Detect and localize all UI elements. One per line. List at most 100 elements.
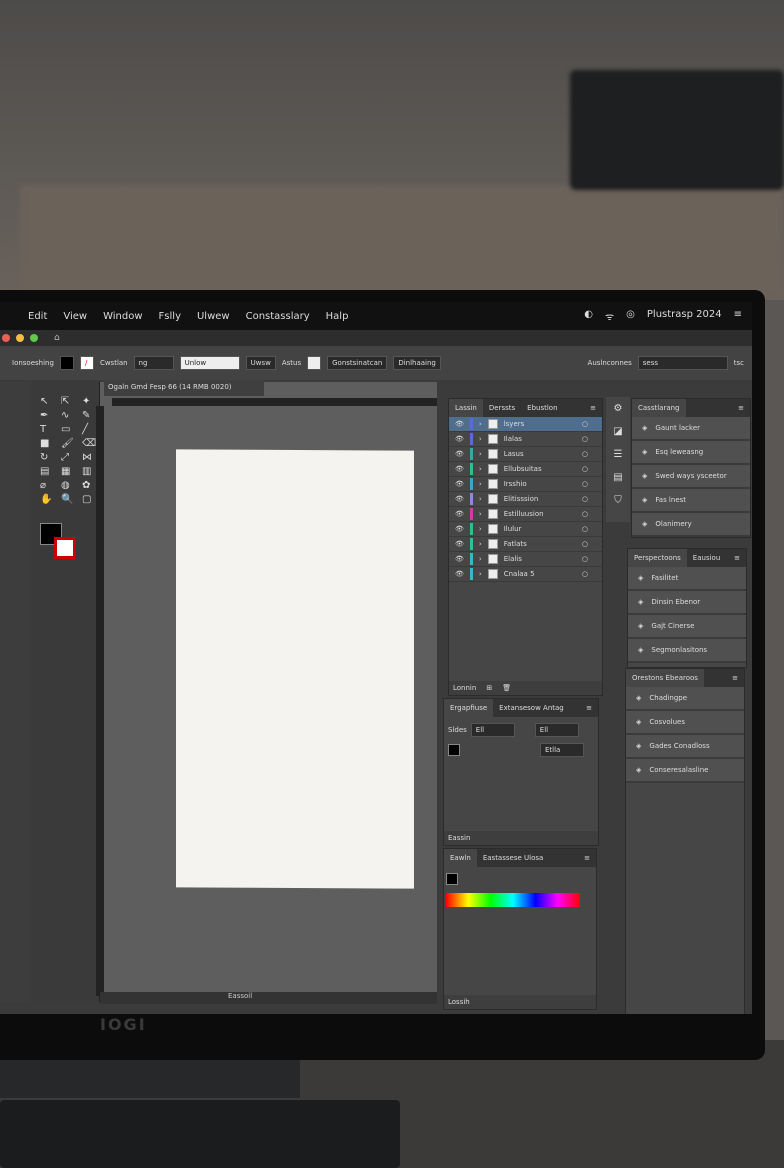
tab-appearance[interactable]: Extansesow Antag — [493, 699, 570, 717]
panel-item[interactable]: ◈ Gajt Cinerse — [628, 615, 746, 639]
target-circle-icon[interactable]: ○ — [582, 450, 602, 458]
shield-icon[interactable]: ⛉ — [614, 495, 622, 506]
expand-chevron-icon[interactable]: › — [479, 495, 482, 503]
panel-item[interactable]: ◈ Cosvolues — [626, 711, 744, 735]
visibility-eye-icon[interactable]: 👁 — [455, 525, 464, 533]
close-button[interactable] — [2, 334, 10, 342]
panel-menu-icon[interactable]: ≡ — [732, 399, 750, 417]
eyedropper-icon[interactable]: ⌀ — [40, 480, 58, 491]
expand-chevron-icon[interactable]: › — [479, 570, 482, 578]
visibility-eye-icon[interactable]: 👁 — [455, 570, 464, 578]
layer-row[interactable]: 👁 › Elalis ○ — [449, 552, 602, 567]
visibility-eye-icon[interactable]: 👁 — [455, 450, 464, 458]
gradient-icon[interactable]: ▤ — [40, 466, 58, 477]
visibility-eye-icon[interactable]: 👁 — [455, 465, 464, 473]
menu-edit[interactable]: Edit — [28, 311, 47, 322]
target-circle-icon[interactable]: ○ — [582, 525, 602, 533]
panel-item[interactable]: ◈ Gaunt lacker — [632, 417, 750, 441]
panel-item[interactable]: ◈ Olanimery — [632, 513, 750, 537]
panel-item[interactable]: ◈ Dinsin Ebenor — [628, 591, 746, 615]
color-spectrum[interactable] — [446, 893, 580, 907]
pen-tool-icon[interactable]: ✒ — [40, 410, 58, 421]
mesh-icon[interactable]: ▦ — [61, 466, 79, 477]
menu-window[interactable]: Window — [103, 311, 142, 322]
menu-item-5[interactable]: Ulwew — [197, 311, 230, 322]
panel-menu-icon[interactable]: ≡ — [728, 549, 746, 567]
menu-help[interactable]: Halp — [326, 311, 349, 322]
opacity-swatch[interactable] — [307, 356, 322, 370]
blend-icon[interactable]: ◍ — [61, 480, 79, 491]
layer-row[interactable]: 👁 › Estilluusion ○ — [449, 507, 602, 522]
tab-layers[interactable]: Lassin — [449, 399, 483, 417]
button-1[interactable]: Gonstsinatcan — [327, 356, 388, 370]
maximize-button[interactable] — [30, 334, 38, 342]
layer-row[interactable]: 👁 › lsyers ○ — [449, 417, 602, 432]
search-box[interactable]: sess — [637, 356, 728, 370]
panel-menu-icon[interactable]: ≡ — [580, 699, 598, 717]
curvature-icon[interactable]: ∿ — [61, 410, 79, 421]
expand-chevron-icon[interactable]: › — [479, 420, 482, 428]
wifi-icon[interactable]: ᯤ — [605, 309, 614, 323]
brush-icon[interactable]: 🖌 — [61, 438, 79, 449]
visibility-eye-icon[interactable]: 👁 — [455, 555, 464, 563]
target-circle-icon[interactable]: ○ — [582, 540, 602, 548]
panel-item[interactable]: ◈ Fas lnest — [632, 489, 750, 513]
zoom-icon[interactable]: 🔍 — [61, 494, 79, 505]
tab-color[interactable]: Eawln — [444, 849, 477, 867]
button-2[interactable]: Dinlhaaing — [393, 356, 441, 370]
transform-icon[interactable]: ▤ — [613, 472, 622, 483]
visibility-eye-icon[interactable]: 👁 — [455, 480, 464, 488]
panel-item[interactable]: ◈ Conseresalasline — [626, 759, 744, 783]
expand-chevron-icon[interactable]: › — [479, 540, 482, 548]
target-circle-icon[interactable]: ○ — [582, 510, 602, 518]
control-center-icon[interactable]: ◎ — [626, 309, 635, 323]
artboard[interactable] — [176, 449, 414, 889]
search-label[interactable]: Auslnconnes — [588, 359, 632, 367]
stroke-color[interactable] — [54, 537, 76, 559]
tab-right-2b[interactable]: Eausiou — [687, 549, 726, 567]
panel-item[interactable]: ◈ Chadingpe — [626, 687, 744, 711]
visibility-eye-icon[interactable]: 👁 — [455, 420, 464, 428]
target-circle-icon[interactable]: ○ — [582, 495, 602, 503]
panel-item[interactable]: ◈ Segmonlasitons — [628, 639, 746, 663]
document-icon[interactable]: ◪ — [613, 426, 622, 437]
visibility-eye-icon[interactable]: 👁 — [455, 540, 464, 548]
right-panel-3-title[interactable]: Orestons Ebearoos — [626, 669, 704, 687]
layer-row[interactable]: 👁 › Fatlats ○ — [449, 537, 602, 552]
expand-chevron-icon[interactable]: › — [479, 435, 482, 443]
tab-color-guide[interactable]: Eastassese Ulosa — [477, 849, 549, 867]
stroke-swatch[interactable]: / — [79, 356, 94, 370]
hand-icon[interactable]: ✋ — [40, 494, 58, 505]
libraries-icon[interactable]: ⚙ — [614, 403, 623, 414]
layer-row[interactable]: 👁 › Ilalas ○ — [449, 432, 602, 447]
visibility-eye-icon[interactable]: 👁 — [455, 495, 464, 503]
field2[interactable]: Ell — [534, 723, 579, 737]
menu-item-6[interactable]: Constasslary — [246, 311, 310, 322]
layer-row[interactable]: 👁 › Cnalaa 5 ○ — [449, 567, 602, 582]
panel-item[interactable]: ◈ Swed ways ysceetor — [632, 465, 750, 489]
rotate-icon[interactable]: ↻ — [40, 452, 58, 463]
rectangle-icon[interactable]: ▭ — [61, 424, 79, 435]
target-circle-icon[interactable]: ○ — [582, 570, 602, 578]
layer-row[interactable]: 👁 › Lasus ○ — [449, 447, 602, 462]
right-panel-1-title[interactable]: Casstlarang — [632, 399, 686, 417]
fill-color[interactable] — [448, 744, 460, 756]
target-circle-icon[interactable]: ○ — [582, 465, 602, 473]
target-circle-icon[interactable]: ○ — [582, 480, 602, 488]
expand-chevron-icon[interactable]: › — [479, 480, 482, 488]
style-select[interactable]: Uwsw — [245, 356, 276, 370]
tab-properties[interactable]: Ergapfiuse — [444, 699, 494, 717]
tab-2[interactable]: Derssts — [483, 399, 521, 417]
field3[interactable]: Etlla — [540, 743, 584, 757]
panel-menu-icon[interactable]: ≡ — [726, 669, 744, 687]
tab-right-2a[interactable]: Perspectoons — [628, 549, 687, 567]
target-circle-icon[interactable]: ○ — [582, 420, 602, 428]
fill-swatch[interactable] — [59, 356, 74, 370]
selection-tool-icon[interactable]: ↖ — [40, 396, 58, 407]
tab-3[interactable]: Ebustlon — [521, 399, 563, 417]
document-tab[interactable]: Ogaln Gmd Fesp 66 (14 RMB 0020) — [104, 380, 264, 396]
home-icon[interactable]: ⌂ — [54, 333, 60, 343]
menu-icon[interactable]: ≡ — [734, 309, 742, 323]
expand-chevron-icon[interactable]: › — [479, 450, 482, 458]
visibility-eye-icon[interactable]: 👁 — [455, 510, 464, 518]
